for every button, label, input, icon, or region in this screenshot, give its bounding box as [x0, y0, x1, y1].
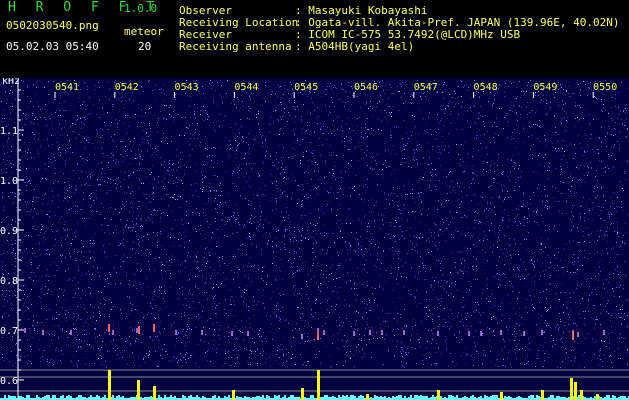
time-tick-label: 0541: [55, 82, 79, 93]
time-tick-label: 0544: [234, 82, 258, 93]
time-tick-label: 0543: [175, 82, 199, 93]
y-tick-label: 1.1: [0, 126, 18, 137]
app-version: 1.0.0: [124, 2, 158, 15]
antenna-label: Receiving antenna: [179, 40, 292, 53]
y-tick-label: 1.0: [0, 176, 18, 187]
meteor-count: 20: [138, 40, 152, 53]
y-tick-label: 0.6: [0, 376, 18, 387]
time-tick-label: 0545: [294, 82, 318, 93]
time-tick-label: 0546: [354, 82, 378, 93]
y-tick-label: 0.8: [0, 276, 18, 287]
time-tick-label: 0547: [414, 82, 438, 93]
time-tick-label: 0548: [474, 82, 498, 93]
spectrogram-background: [0, 78, 629, 400]
meteor-label: meteor: [124, 25, 164, 38]
time-tick-label: 0550: [593, 82, 617, 93]
y-axis-unit: kHz: [2, 78, 20, 87]
time-tick-label: 0549: [533, 82, 557, 93]
file-name: 0502030540.png: [6, 19, 99, 32]
antenna-value: : A504HB(yagi 4el): [295, 40, 415, 53]
spectrogram: kHz 1.1 1.0 0.9 0.8 0.7 0.6 0541 0542 0543 0544 054…: [0, 78, 629, 400]
y-tick-label: 0.7: [0, 326, 18, 337]
time-tick-label: 0542: [115, 82, 139, 93]
header-panel: H R O F F T 1.0.0 0502030540.png meteor …: [0, 0, 629, 78]
y-tick-label: 0.9: [0, 226, 18, 237]
capture-datetime: 05.02.03 05:40: [6, 40, 99, 53]
